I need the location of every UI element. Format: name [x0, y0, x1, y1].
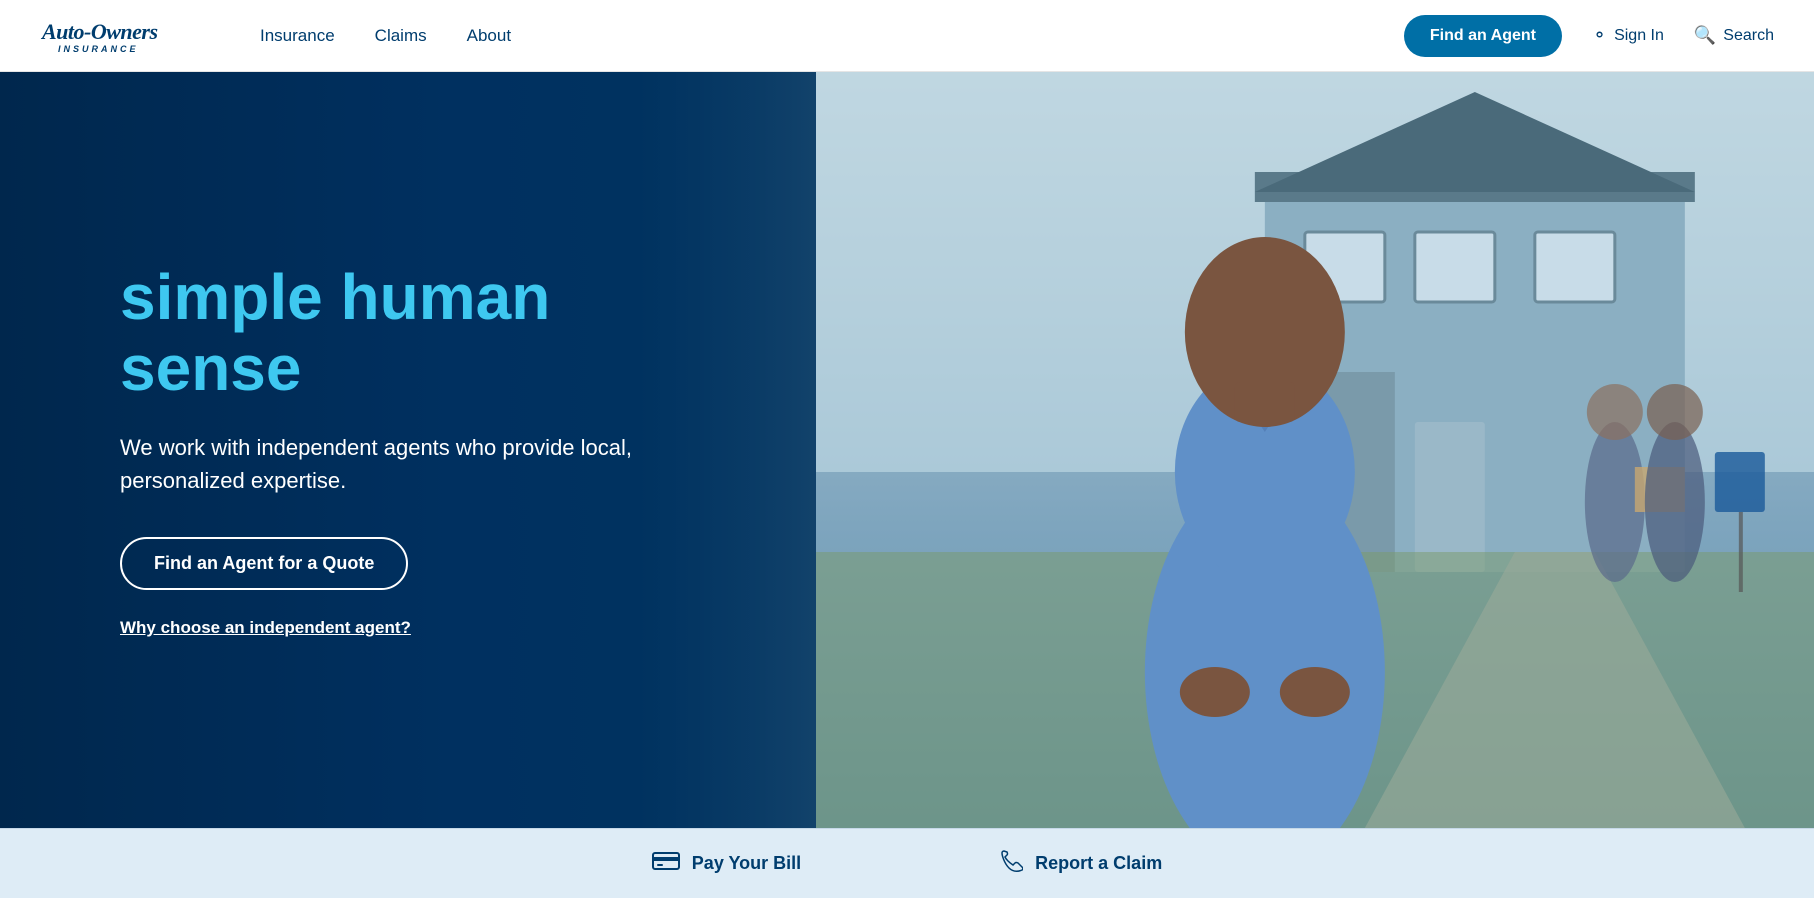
nav-link-insurance[interactable]: Insurance: [260, 26, 335, 45]
nav-item-claims[interactable]: Claims: [375, 26, 427, 46]
hero-section: simple human sense We work with independ…: [0, 72, 1814, 828]
pay-bill-label: Pay Your Bill: [692, 853, 801, 874]
navbar-left: Auto-Owners INSURANCE Insurance Claims A…: [40, 13, 511, 59]
nav-links: Insurance Claims About: [260, 26, 511, 46]
nav-item-about[interactable]: About: [467, 26, 511, 46]
card-svg: [652, 850, 680, 872]
hero-subtext: We work with independent agents who prov…: [120, 431, 640, 497]
hero-photo-bg: [816, 72, 1814, 828]
phone-svg: [1001, 849, 1023, 873]
svg-text:INSURANCE: INSURANCE: [58, 44, 139, 54]
nav-link-about[interactable]: About: [467, 26, 511, 45]
credit-card-icon: [652, 850, 680, 878]
report-claim-label: Report a Claim: [1035, 853, 1162, 874]
pay-bill-item[interactable]: Pay Your Bill: [652, 850, 801, 878]
hero-scene-svg: [816, 72, 1814, 828]
hero-headline: simple human sense: [120, 262, 680, 403]
nav-item-insurance[interactable]: Insurance: [260, 26, 335, 46]
footer-bar: Pay Your Bill Report a Claim: [0, 828, 1814, 898]
navbar-right: Find an Agent ⚬ Sign In 🔍 Search: [1404, 15, 1774, 57]
phone-icon: [1001, 849, 1023, 879]
navbar: Auto-Owners INSURANCE Insurance Claims A…: [0, 0, 1814, 72]
search-label: Search: [1723, 27, 1774, 45]
logo-svg: Auto-Owners INSURANCE: [40, 13, 210, 55]
sign-in-link[interactable]: ⚬ Sign In: [1592, 25, 1664, 46]
svg-text:Auto-Owners: Auto-Owners: [40, 19, 158, 44]
sign-in-label: Sign In: [1614, 27, 1664, 45]
find-agent-button[interactable]: Find an Agent: [1404, 15, 1562, 57]
find-agent-quote-button[interactable]: Find an Agent for a Quote: [120, 537, 408, 590]
logo[interactable]: Auto-Owners INSURANCE: [40, 13, 210, 59]
report-claim-item[interactable]: Report a Claim: [1001, 849, 1162, 879]
search-link[interactable]: 🔍 Search: [1694, 25, 1774, 46]
hero-content: simple human sense We work with independ…: [0, 262, 680, 638]
nav-link-claims[interactable]: Claims: [375, 26, 427, 45]
search-icon: 🔍: [1694, 25, 1716, 46]
independent-agent-link[interactable]: Why choose an independent agent?: [120, 618, 680, 638]
logo-text: Auto-Owners INSURANCE: [40, 13, 210, 59]
user-icon: ⚬: [1592, 25, 1607, 46]
